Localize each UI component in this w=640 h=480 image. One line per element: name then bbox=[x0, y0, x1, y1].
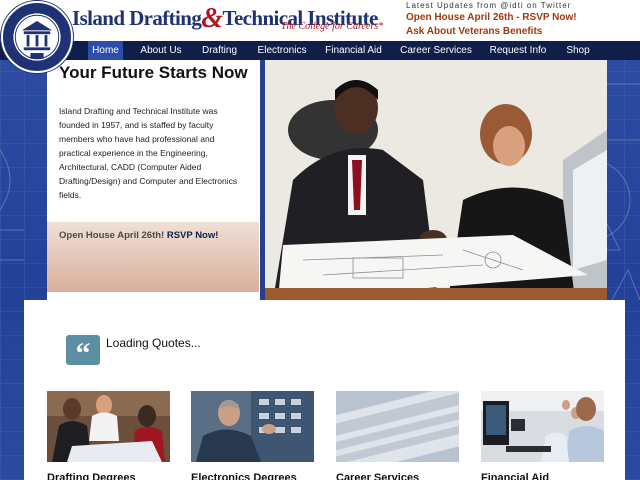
main-nav: Home About Us Drafting Electronics Finan… bbox=[0, 41, 640, 60]
update-link-open-house[interactable]: Open House April 26th - RSVP Now! bbox=[406, 12, 577, 23]
brand-tagline: The College for Careers* bbox=[281, 21, 384, 32]
brand-ampersand: & bbox=[201, 3, 223, 34]
institute-seal-logo[interactable] bbox=[1, 1, 73, 73]
nav-financial-aid[interactable]: Financial Aid bbox=[323, 41, 384, 60]
nav-home[interactable]: Home bbox=[88, 41, 123, 60]
update-link-veterans[interactable]: Ask About Veterans Benefits bbox=[406, 26, 542, 37]
nav-about-us[interactable]: About Us bbox=[136, 41, 186, 60]
site-header: Island Drafting&Technical Institute The … bbox=[0, 0, 640, 41]
nav-electronics[interactable]: Electronics bbox=[254, 41, 310, 60]
hero-divider bbox=[260, 60, 265, 300]
quotes-text: Loading Quotes... bbox=[106, 336, 201, 350]
main-content: “ Loading Quotes... Drafting Degrees Ele… bbox=[24, 300, 625, 480]
card-financial-aid-image[interactable] bbox=[481, 391, 604, 462]
hero-title: Your Future Starts Now bbox=[59, 63, 248, 82]
card-drafting-degrees-label[interactable]: Drafting Degrees bbox=[47, 472, 136, 480]
hero-cta-text: Open House April 26th! bbox=[59, 230, 165, 241]
card-career-services-label[interactable]: Career Services bbox=[336, 472, 419, 480]
card-financial-aid-label[interactable]: Financial Aid bbox=[481, 472, 549, 480]
nav-career-services[interactable]: Career Services bbox=[397, 41, 475, 60]
hero-photo-professionals-reviewing-blueprint bbox=[263, 60, 607, 300]
card-career-services-image[interactable] bbox=[336, 391, 459, 462]
twitter-updates-title: Latest Updates from @idti on Twitter bbox=[406, 1, 572, 10]
card-electronics-degrees-label[interactable]: Electronics Degrees bbox=[191, 472, 297, 480]
hero-description: Island Drafting and Technical Institute … bbox=[59, 106, 238, 200]
nav-request-info[interactable]: Request Info bbox=[487, 41, 549, 60]
hero-banner: Your Future Starts Now Island Drafting a… bbox=[47, 60, 607, 300]
card-drafting-degrees-image[interactable] bbox=[47, 391, 170, 462]
brand-name-part1: Island Drafting bbox=[72, 6, 202, 30]
rsvp-link[interactable]: RSVP Now! bbox=[167, 230, 219, 241]
quote-icon: “ bbox=[66, 335, 100, 370]
card-electronics-degrees-image[interactable] bbox=[191, 391, 314, 462]
nav-shop[interactable]: Shop bbox=[563, 41, 593, 60]
nav-drafting[interactable]: Drafting bbox=[198, 41, 241, 60]
hero-cta: Open House April 26th! RSVP Now! bbox=[59, 230, 218, 241]
